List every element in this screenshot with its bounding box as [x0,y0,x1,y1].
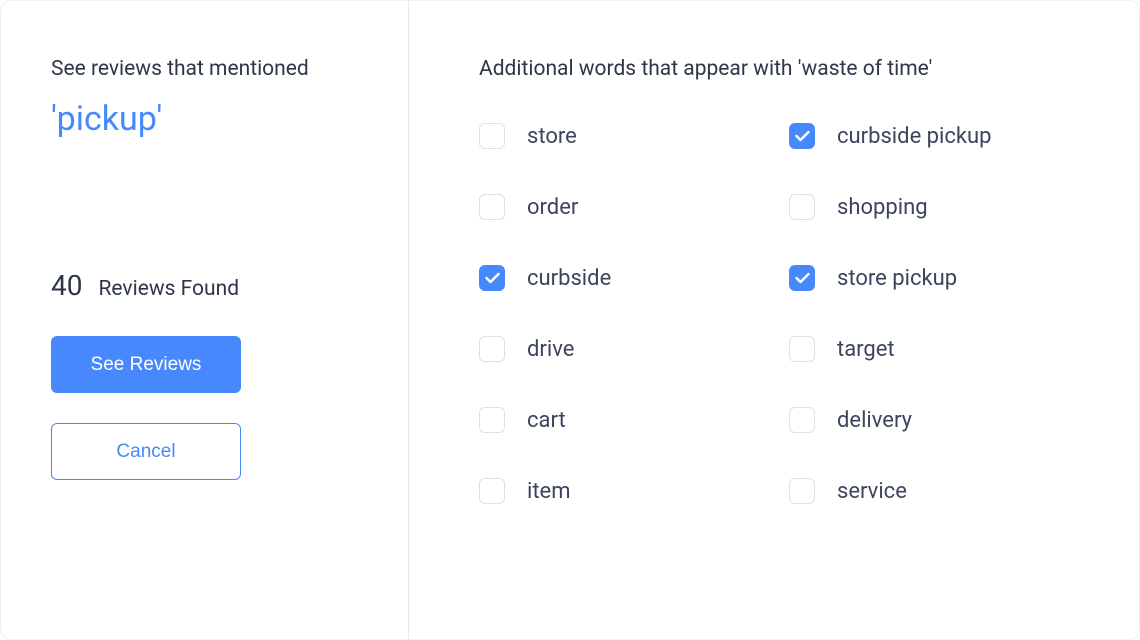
checkbox-unchecked-icon[interactable] [789,407,815,433]
checkbox-unchecked-icon[interactable] [479,194,505,220]
reviews-count: 40 [51,269,82,302]
checkbox-label: target [837,337,895,362]
checkbox-unchecked-icon[interactable] [479,478,505,504]
cancel-button[interactable]: Cancel [51,423,241,480]
checkbox-label: delivery [837,408,912,433]
checkbox-checked-icon[interactable] [789,123,815,149]
right-heading: Additional words that appear with 'waste… [479,57,1099,81]
checkbox-label: item [527,479,571,504]
left-heading: See reviews that mentioned [51,57,358,81]
keyword-text: 'pickup' [51,99,358,139]
checkbox-unchecked-icon[interactable] [789,336,815,362]
dialog-container: See reviews that mentioned 'pickup' 40 R… [0,0,1140,640]
reviews-found-row: 40 Reviews Found [51,269,358,302]
checkbox-item[interactable]: store pickup [789,265,1099,291]
checkbox-unchecked-icon[interactable] [789,194,815,220]
checkbox-checked-icon[interactable] [789,265,815,291]
checkbox-item[interactable]: target [789,336,1099,362]
checkbox-label: cart [527,408,566,433]
right-panel: Additional words that appear with 'waste… [409,1,1139,639]
checkbox-item[interactable]: service [789,478,1099,504]
checkbox-label: store pickup [837,266,957,291]
checkbox-item[interactable]: order [479,194,789,220]
checkbox-label: curbside pickup [837,124,992,149]
reviews-found-label: Reviews Found [98,277,239,301]
checkbox-label: curbside [527,266,611,291]
checkbox-label: store [527,124,577,149]
checkbox-item[interactable]: curbside [479,265,789,291]
checkbox-label: service [837,479,907,504]
left-panel: See reviews that mentioned 'pickup' 40 R… [1,1,409,639]
checkbox-unchecked-icon[interactable] [479,123,505,149]
see-reviews-button[interactable]: See Reviews [51,336,241,393]
checkbox-item[interactable]: shopping [789,194,1099,220]
checkbox-unchecked-icon[interactable] [479,336,505,362]
checkbox-item[interactable]: store [479,123,789,149]
checkbox-unchecked-icon[interactable] [789,478,815,504]
checkbox-item[interactable]: item [479,478,789,504]
checkbox-grid: store curbside pickup order shopping curbsid… [479,123,1099,504]
checkbox-checked-icon[interactable] [479,265,505,291]
checkbox-label: shopping [837,195,928,220]
checkbox-unchecked-icon[interactable] [479,407,505,433]
checkbox-item[interactable]: delivery [789,407,1099,433]
checkbox-label: drive [527,337,574,362]
checkbox-label: order [527,195,578,220]
checkbox-item[interactable]: cart [479,407,789,433]
checkbox-item[interactable]: drive [479,336,789,362]
checkbox-item[interactable]: curbside pickup [789,123,1099,149]
